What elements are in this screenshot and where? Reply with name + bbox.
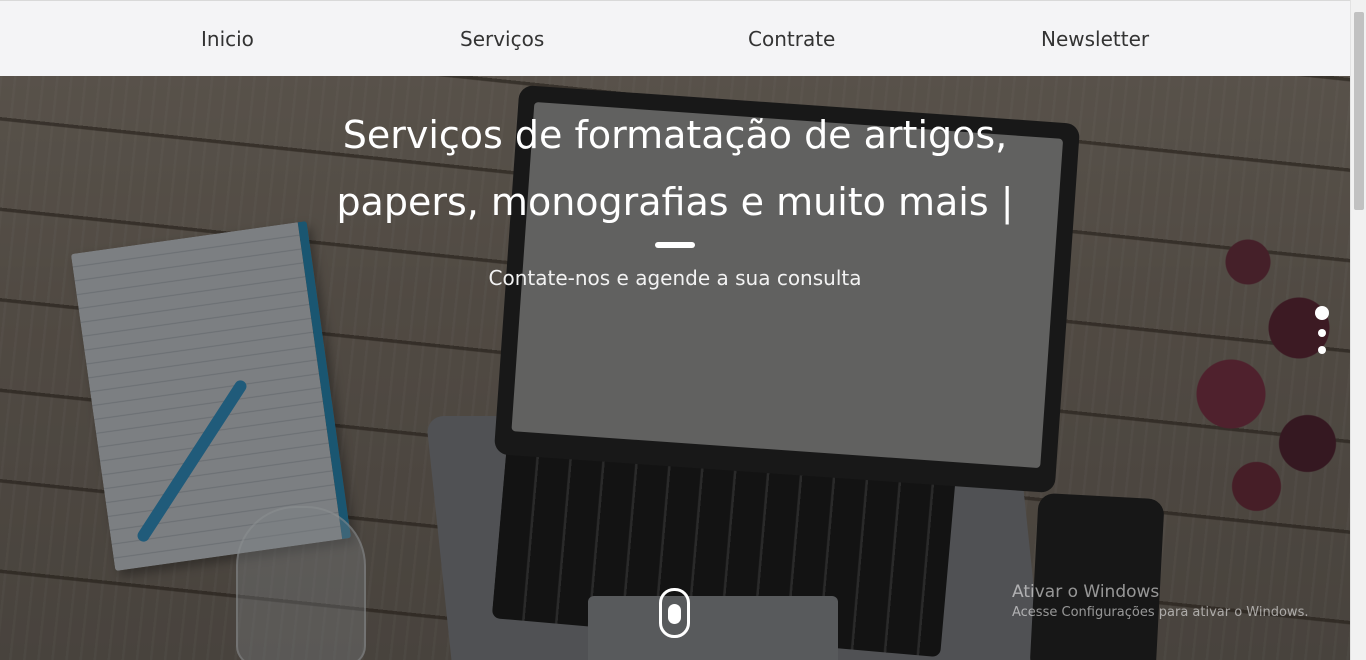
mouse-wheel-icon <box>668 604 681 624</box>
hero-title-line-2: papers, monografias e muito mais | <box>336 180 1014 224</box>
page-scrollbar[interactable] <box>1350 0 1366 660</box>
nav-link-servicos[interactable]: Serviços <box>460 27 544 51</box>
nav-link-inicio[interactable]: Inicio <box>201 27 254 51</box>
hero-title: Serviços de formatação de artigos, paper… <box>0 102 1350 236</box>
slide-indicator-3[interactable] <box>1318 346 1326 354</box>
hero-title-line-1: Serviços de formatação de artigos, <box>342 113 1008 157</box>
scrollbar-thumb[interactable] <box>1354 12 1364 210</box>
nav-link-contrate[interactable]: Contrate <box>748 27 835 51</box>
top-navigation: Inicio Serviços Contrate Newsletter <box>0 0 1350 76</box>
slide-indicators <box>1314 306 1330 363</box>
watermark-subtitle: Acesse Configurações para ativar o Windo… <box>1012 605 1309 620</box>
scroll-down-mouse-icon[interactable] <box>659 588 690 638</box>
watermark-title: Ativar o Windows <box>1012 582 1160 602</box>
slide-indicator-1[interactable] <box>1315 306 1329 320</box>
hero-section: Serviços de formatação de artigos, paper… <box>0 76 1350 660</box>
nav-link-newsletter[interactable]: Newsletter <box>1041 27 1149 51</box>
slide-indicator-2[interactable] <box>1318 329 1326 337</box>
windows-activation-watermark: Ativar o Windows Acesse Configurações pa… <box>1012 582 1308 620</box>
title-divider <box>655 242 695 248</box>
hero-subtitle: Contate-nos e agende a sua consulta <box>488 266 862 290</box>
